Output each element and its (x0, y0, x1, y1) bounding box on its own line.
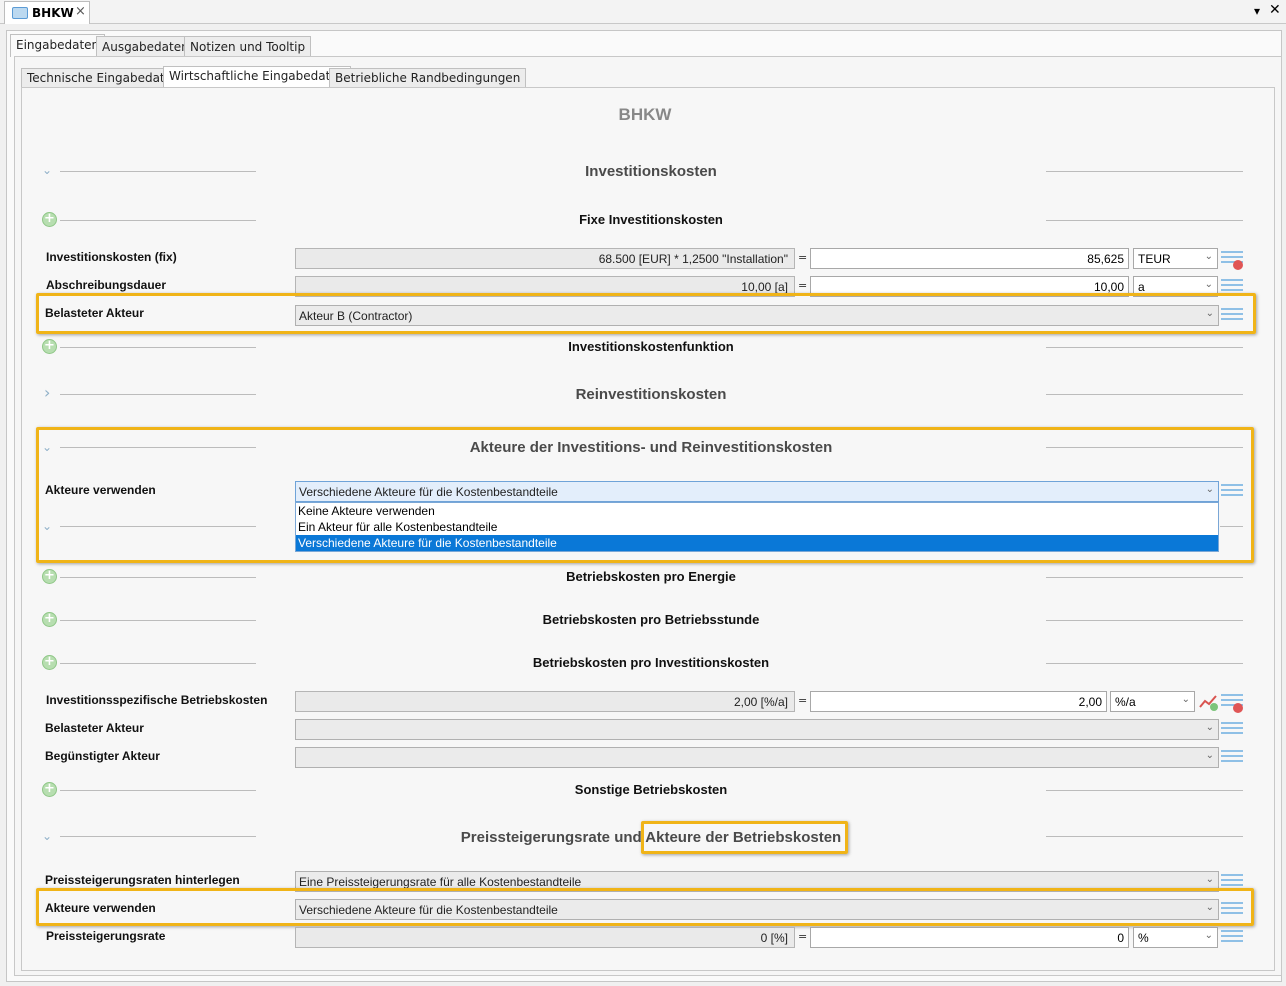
chevron-down-icon: ⌄ (1205, 750, 1214, 761)
unit-value: % (1138, 931, 1149, 945)
unit-select-betriebskosten[interactable]: %/a ⌄ (1110, 691, 1195, 712)
section-title-part-a: Preissteigerungsrate und (460, 829, 646, 846)
tab-wirtschaftliche-eingabedaten[interactable]: Wirtschaftliche Eingabedaten (163, 66, 352, 88)
section-betriebskosten-stunde: Betriebskosten pro Betriebsstunde (542, 612, 760, 627)
label-belasteter-akteur: Belasteter Akteur (45, 721, 144, 735)
window-tab-title: BHKW (32, 6, 74, 20)
chevron-down-icon: ⌄ (1204, 930, 1213, 941)
divider (1046, 171, 1243, 172)
section-fixe-investitionskosten: Fixe Investitionskosten (579, 212, 723, 227)
tab-technische-eingabedaten[interactable]: Technische Eingabedaten (21, 68, 186, 87)
divider (1046, 220, 1243, 221)
expand-plus-icon[interactable]: + (42, 212, 57, 227)
trend-chart-icon[interactable] (1199, 693, 1219, 711)
highlight-frame (36, 888, 1254, 926)
window-tab-strip (0, 0, 1286, 24)
equals-sign: = (798, 930, 808, 943)
expand-plus-icon[interactable]: + (42, 569, 57, 584)
divider (1046, 663, 1243, 664)
equals-sign: = (798, 279, 808, 292)
divider (1046, 790, 1243, 791)
unit-select-investitionskosten[interactable]: TEUR ⌄ (1133, 248, 1218, 269)
label-abschreibungsdauer: Abschreibungsdauer (46, 278, 167, 292)
chevron-right-icon[interactable]: › (44, 383, 50, 402)
window-tab[interactable]: BHKW × (4, 1, 90, 24)
divider (60, 394, 256, 395)
divider (1046, 836, 1243, 837)
chevron-down-icon: ⌄ (1204, 251, 1213, 262)
section-reinvestitionskosten: Reinvestitionskosten (575, 386, 727, 403)
label-preissteigerungsrate: Preissteigerungsrate (46, 929, 166, 943)
expand-plus-icon[interactable]: + (42, 782, 57, 797)
equals-sign: = (798, 251, 808, 264)
divider (1046, 577, 1243, 578)
tab-notizen[interactable]: Notizen und Tooltip (184, 36, 312, 56)
value-preissteigerungsrate[interactable]: 0 (810, 927, 1129, 948)
label-preissteigerungsraten-hinterlegen: Preissteigerungsraten hinterlegen (45, 873, 240, 887)
expand-plus-icon[interactable]: + (42, 612, 57, 627)
unit-value: %/a (1115, 695, 1136, 709)
select-belasteter-akteur-2[interactable]: ⌄ (295, 719, 1219, 740)
tab-eingabedaten[interactable]: Eingabedaten (10, 34, 106, 57)
select-value: Eine Preissteigerungsrate für alle Koste… (299, 875, 582, 889)
value-investitionskosten[interactable]: 85,625 (810, 248, 1129, 269)
divider (60, 836, 256, 837)
menu-lines-icon[interactable] (1221, 722, 1243, 738)
window-close-icon[interactable]: ✕ (1269, 2, 1281, 18)
page-title: BHKW (618, 105, 672, 124)
formula-betriebskosten[interactable]: 2,00 [%/a] (295, 691, 795, 712)
tab-ausgabedaten[interactable]: Ausgabedaten (96, 36, 195, 56)
divider (60, 577, 256, 578)
divider (60, 171, 256, 172)
divider (60, 663, 256, 664)
formula-preissteigerungsrate[interactable]: 0 [%] (295, 927, 795, 948)
value-betriebskosten[interactable]: 2,00 (810, 691, 1107, 712)
section-investitionskostenfunktion: Investitionskostenfunktion (568, 339, 734, 354)
menu-lines-icon[interactable] (1221, 750, 1243, 766)
section-sonstige-betriebskosten: Sonstige Betriebskosten (574, 782, 728, 797)
label-beguenstigter-akteur: Begünstigter Akteur (45, 749, 160, 763)
expand-plus-icon[interactable]: + (42, 339, 57, 354)
chevron-down-icon: ⌄ (1181, 694, 1190, 705)
label-investitionsspezifische-betriebskosten: Investitionsspezifische Betriebskosten (46, 693, 268, 707)
highlight-frame (36, 427, 1254, 563)
divider (60, 220, 256, 221)
divider (1046, 394, 1243, 395)
unit-value: a (1138, 280, 1145, 294)
label-investitionskosten-fix: Investitionskosten (fix) (46, 250, 177, 264)
section-investitionskosten: Investitionskosten (585, 163, 717, 180)
chevron-down-icon[interactable]: ⌄ (42, 829, 52, 843)
chevron-down-icon: ⌄ (1204, 279, 1213, 290)
expand-plus-icon[interactable]: + (42, 655, 57, 670)
unit-value: TEUR (1138, 252, 1171, 266)
section-betriebskosten-investition: Betriebskosten pro Investitionskosten (532, 655, 770, 670)
divider (60, 347, 256, 348)
chevron-down-icon[interactable]: ⌄ (42, 163, 52, 177)
equals-sign: = (798, 694, 808, 707)
calendar-icon (12, 7, 28, 19)
view-menu-icon[interactable]: ▾ (1254, 4, 1260, 18)
highlight-frame (36, 293, 1256, 334)
remove-icon[interactable] (1233, 260, 1243, 270)
tab-betriebliche-randbedingungen[interactable]: Betriebliche Randbedingungen (329, 68, 527, 87)
chevron-down-icon: ⌄ (1205, 722, 1214, 733)
remove-icon[interactable] (1233, 703, 1243, 713)
select-beguenstigter-akteur[interactable]: ⌄ (295, 747, 1219, 768)
highlight-frame (641, 821, 848, 854)
menu-lines-icon[interactable] (1221, 930, 1243, 946)
divider (60, 620, 256, 621)
divider (1046, 620, 1243, 621)
divider (60, 790, 256, 791)
unit-select-preissteigerungsrate[interactable]: % ⌄ (1133, 927, 1218, 948)
close-icon[interactable]: × (75, 4, 86, 19)
chevron-down-icon: ⌄ (1205, 874, 1214, 885)
section-betriebskosten-energie: Betriebskosten pro Energie (566, 569, 736, 584)
divider (1046, 347, 1243, 348)
formula-investitionskosten[interactable]: 68.500 [EUR] * 1,2500 "Installation" (295, 248, 795, 269)
